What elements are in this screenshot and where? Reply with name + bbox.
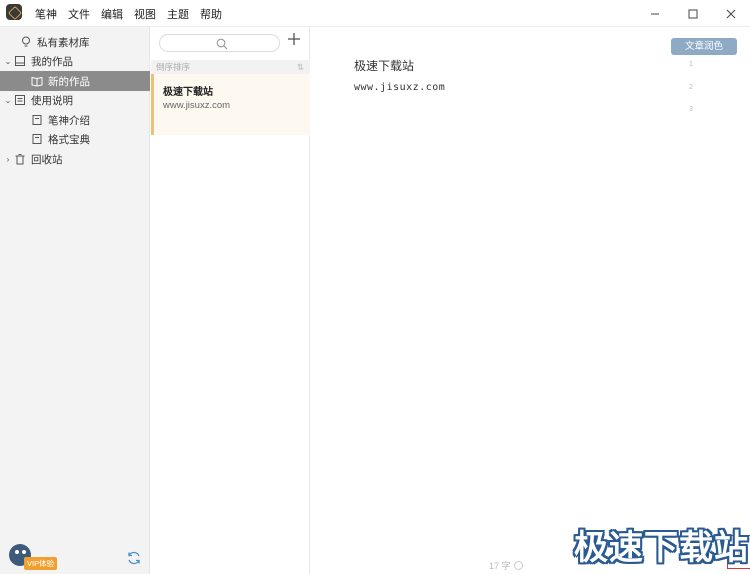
chevron-down-icon[interactable]: ⌄ <box>3 96 13 105</box>
sidebar-item-format-guide[interactable]: 格式宝典 <box>0 129 150 149</box>
note-list-pane: 倒序排序 ⇅ 极速下载站 www.jisuxz.com <box>151 27 310 574</box>
minimize-button[interactable] <box>636 0 674 27</box>
trash-icon <box>13 153 27 165</box>
note-preview: www.jisuxz.com <box>163 100 231 111</box>
document-title[interactable]: 极速下载站 <box>354 57 414 74</box>
title-bar: 笔神 文件 编辑 视图 主题 帮助 <box>0 0 750 27</box>
sort-bar[interactable]: 倒序排序 ⇅ <box>151 60 310 74</box>
word-count-indicator-icon <box>513 561 523 570</box>
maximize-button[interactable] <box>674 0 712 27</box>
list-item[interactable]: 极速下载站 www.jisuxz.com <box>151 74 310 135</box>
sidebar-item-my-works[interactable]: ⌄ 我的作品 <box>0 51 150 71</box>
word-count-text: 17 字 <box>489 561 511 571</box>
search-icon <box>216 38 228 50</box>
word-count: 17 字 <box>489 559 523 572</box>
menu-item-bishen[interactable]: 笔神 <box>35 6 57 22</box>
book-icon <box>13 55 27 67</box>
doc-icon <box>30 114 44 126</box>
sidebar-item-label: 回收站 <box>31 153 63 166</box>
window-controls <box>636 0 750 27</box>
sidebar-item-intro[interactable]: 笔神介绍 <box>0 110 150 130</box>
line-number: 3 <box>689 106 693 113</box>
sidebar-item-label: 新的作品 <box>48 75 90 88</box>
sidebar-item-trash[interactable]: › 回收站 <box>0 149 150 169</box>
menu-item-edit[interactable]: 编辑 <box>101 6 123 22</box>
menu-item-view[interactable]: 视图 <box>134 6 156 22</box>
minimize-icon <box>651 13 659 14</box>
editor-pane[interactable]: 文章润色 极速下载站 www.jisuxz.com 1 2 3 17 字 T <box>311 27 750 574</box>
menu-item-help[interactable]: 帮助 <box>200 6 222 22</box>
chevron-right-icon[interactable]: › <box>3 155 13 164</box>
sidebar-item-materials[interactable]: 私有素材库 <box>0 32 150 52</box>
sidebar-item-label: 我的作品 <box>31 55 73 68</box>
sidebar-item-manual[interactable]: ⌄ 使用说明 <box>0 90 150 110</box>
line-number: 1 <box>689 61 693 68</box>
line-number: 2 <box>689 84 693 91</box>
polish-button[interactable]: 文章润色 <box>671 38 737 55</box>
doc-icon <box>30 133 44 145</box>
document-line[interactable]: www.jisuxz.com <box>354 82 445 93</box>
search-input[interactable] <box>159 34 280 52</box>
bulb-icon <box>19 36 33 48</box>
vip-badge[interactable]: VIP体验 <box>24 557 58 570</box>
manual-icon <box>13 94 27 106</box>
plus-icon <box>288 33 300 45</box>
menu-item-theme[interactable]: 主题 <box>167 6 189 22</box>
note-title: 极速下载站 <box>163 87 213 98</box>
sort-label: 倒序排序 <box>156 62 191 72</box>
app-logo-icon <box>6 4 22 20</box>
maximize-icon <box>688 9 698 18</box>
menu-item-file[interactable]: 文件 <box>68 6 90 22</box>
sidebar-item-label: 格式宝典 <box>48 133 90 146</box>
open-book-icon <box>30 75 44 87</box>
sidebar: 私有素材库 ⌄ 我的作品 新的作品 ⌄ 使用说明 笔神介绍 格式宝典 › 回收站… <box>0 27 150 574</box>
sidebar-item-label: 笔神介绍 <box>48 114 90 127</box>
sort-icon[interactable]: ⇅ <box>297 60 304 74</box>
chevron-down-icon[interactable]: ⌄ <box>3 57 13 66</box>
sidebar-item-new-work[interactable]: 新的作品 <box>0 71 150 91</box>
add-note-button[interactable] <box>287 30 301 50</box>
watermark: 极速下载站 <box>574 528 749 568</box>
sync-icon[interactable] <box>126 550 142 566</box>
sidebar-item-label: 私有素材库 <box>37 36 90 49</box>
close-button[interactable] <box>712 0 750 27</box>
menu-bar: 笔神 文件 编辑 视图 主题 帮助 <box>35 6 222 22</box>
sidebar-item-label: 使用说明 <box>31 94 73 107</box>
close-icon <box>726 9 736 18</box>
